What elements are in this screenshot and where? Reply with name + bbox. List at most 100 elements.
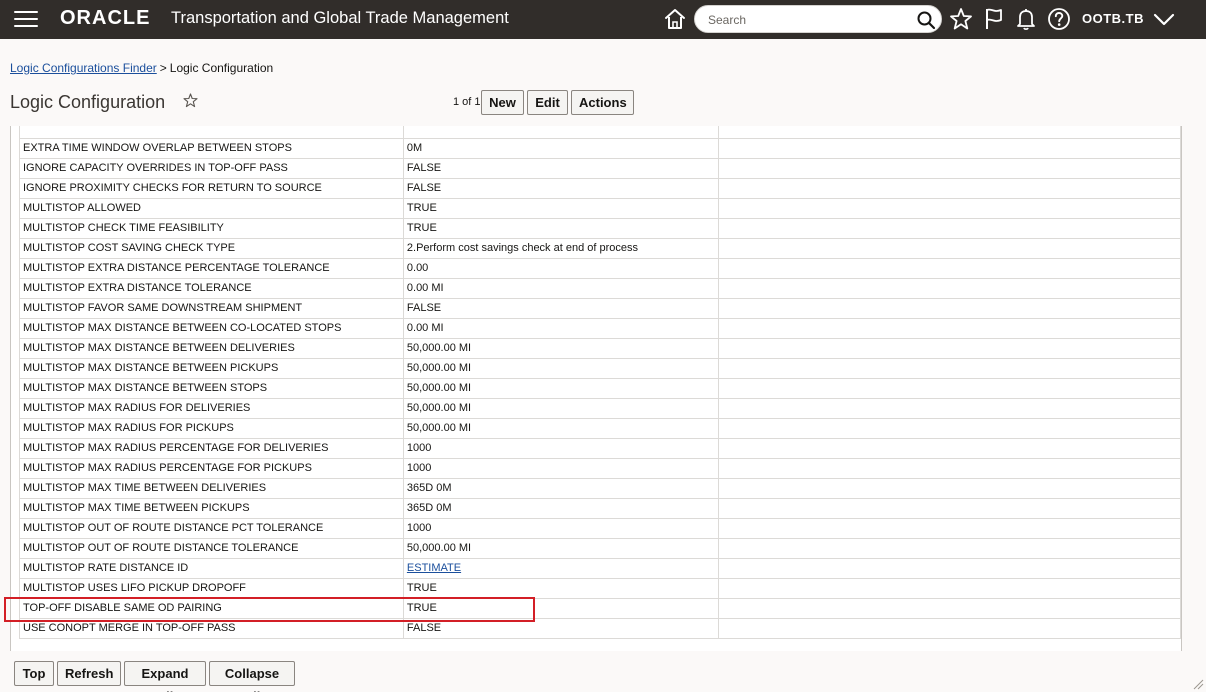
parameter-description-cell [717, 417, 1181, 439]
parameter-name-cell: IGNORE CAPACITY OVERRIDES IN TOP-OFF PAS… [19, 157, 404, 179]
parameter-description-cell [717, 397, 1181, 419]
parameter-value-cell: 0M [402, 137, 719, 159]
parameter-value-cell: 1000 [402, 437, 719, 459]
table-cell [402, 126, 719, 139]
collapse-all-button[interactable]: Collapse All [209, 661, 295, 692]
parameter-description-cell [717, 517, 1181, 539]
table-row: MULTISTOP OUT OF ROUTE DISTANCE PCT TOLE… [19, 517, 1181, 539]
table-row: MULTISTOP EXTRA DISTANCE TOLERANCE 0.00 M… [19, 277, 1181, 299]
parameter-name-cell: MULTISTOP COST SAVING CHECK TYPE [19, 237, 404, 259]
user-name[interactable]: OOTB.TB [1082, 11, 1144, 26]
table-row: MULTISTOP CHECK TIME FEASIBILITY TRUE [19, 217, 1181, 239]
parameter-name-cell: MULTISTOP EXTRA DISTANCE TOLERANCE [19, 277, 404, 299]
menu-icon[interactable] [14, 11, 38, 29]
parameter-description-cell [717, 217, 1181, 239]
top-button[interactable]: Top [14, 661, 54, 686]
table-row: MULTISTOP FAVOR SAME DOWNSTREAM SHIPMENT… [19, 297, 1181, 319]
parameter-value-cell: 2.Perform cost savings check at end of p… [402, 237, 719, 259]
parameter-description-cell [717, 617, 1181, 639]
edit-button[interactable]: Edit [527, 90, 568, 115]
parameter-value-cell: FALSE [402, 157, 719, 179]
parameter-name-cell: TOP-OFF DISABLE SAME OD PAIRING [19, 597, 404, 619]
parameter-value-cell: 50,000.00 MI [402, 377, 719, 399]
parameter-description-cell [717, 277, 1181, 299]
parameter-name-cell: MULTISTOP MAX RADIUS PERCENTAGE FOR PICK… [19, 457, 404, 479]
parameter-description-cell [717, 497, 1181, 519]
refresh-button[interactable]: Refresh [57, 661, 121, 686]
table-row: IGNORE CAPACITY OVERRIDES IN TOP-OFF PAS… [19, 157, 1181, 179]
parameter-value-cell: 0.00 MI [402, 277, 719, 299]
table-row: IGNORE PROXIMITY CHECKS FOR RETURN TO SO… [19, 177, 1181, 199]
search-icon[interactable] [916, 10, 936, 30]
table-row: MULTISTOP MAX DISTANCE BETWEEN CO-LOCATE… [19, 317, 1181, 339]
parameter-description-cell [717, 577, 1181, 599]
pager-text: 1 of 1 [453, 96, 481, 108]
parameter-name-cell: MULTISTOP MAX TIME BETWEEN PICKUPS [19, 497, 404, 519]
parameter-value-cell: 50,000.00 MI [402, 537, 719, 559]
parameter-name-cell: MULTISTOP FAVOR SAME DOWNSTREAM SHIPMENT [19, 297, 404, 319]
parameter-value-cell: TRUE [402, 577, 719, 599]
parameter-description-cell [717, 337, 1181, 359]
parameter-value-cell: 50,000.00 MI [402, 417, 719, 439]
chevron-down-icon[interactable] [1152, 9, 1176, 31]
home-icon[interactable] [662, 6, 688, 32]
parameter-value-cell: 365D 0M [402, 477, 719, 499]
table-row: MULTISTOP EXTRA DISTANCE PERCENTAGE TOLE… [19, 257, 1181, 279]
parameter-value-cell: FALSE [402, 177, 719, 199]
parameter-value-cell: 1000 [402, 457, 719, 479]
table-row [19, 126, 1181, 139]
parameter-description-cell [717, 377, 1181, 399]
table-row: MULTISTOP MAX RADIUS PERCENTAGE FOR DELI… [19, 437, 1181, 459]
flag-icon[interactable] [981, 6, 1007, 32]
star-icon[interactable] [948, 6, 974, 32]
parameter-value-cell: ESTIMATE [402, 557, 719, 579]
parameter-description-cell [717, 157, 1181, 179]
parameters-table: EXTRA TIME WINDOW OVERLAP BETWEEN STOPS 0… [19, 126, 1181, 639]
table-row: MULTISTOP COST SAVING CHECK TYPE 2.Perfor… [19, 237, 1181, 259]
parameter-name-cell: MULTISTOP RATE DISTANCE ID [19, 557, 404, 579]
table-cell [717, 126, 1181, 139]
table-row: MULTISTOP ALLOWED TRUE [19, 197, 1181, 219]
parameter-name-cell: MULTISTOP CHECK TIME FEASIBILITY [19, 217, 404, 239]
search-input[interactable] [708, 11, 908, 28]
parameter-value-cell: 50,000.00 MI [402, 337, 719, 359]
parameter-description-cell [717, 597, 1181, 619]
bell-icon[interactable] [1013, 6, 1039, 32]
parameter-value-cell: FALSE [402, 297, 719, 319]
table-row: MULTISTOP MAX RADIUS PERCENTAGE FOR PICK… [19, 457, 1181, 479]
parameter-value-cell: 365D 0M [402, 497, 719, 519]
parameter-name-cell: MULTISTOP MAX RADIUS FOR PICKUPS [19, 417, 404, 439]
parameter-value-cell: 50,000.00 MI [402, 357, 719, 379]
help-icon[interactable] [1046, 6, 1072, 32]
expand-all-button[interactable]: Expand All [124, 661, 206, 692]
parameter-name-cell: MULTISTOP MAX DISTANCE BETWEEN CO-LOCATE… [19, 317, 404, 339]
parameter-name-cell: MULTISTOP MAX DISTANCE BETWEEN DELIVERIE… [19, 337, 404, 359]
parameter-name-cell: USE CONOPT MERGE IN TOP-OFF PASS [19, 617, 404, 639]
breadcrumb: Logic Configurations Finder > Logic Config… [10, 61, 273, 75]
resize-grip-icon[interactable] [1192, 678, 1204, 690]
parameter-value-cell: 0.00 MI [402, 317, 719, 339]
parameter-name-cell: MULTISTOP ALLOWED [19, 197, 404, 219]
parameter-description-cell [717, 537, 1181, 559]
table-row: MULTISTOP MAX TIME BETWEEN DELIVERIES 365… [19, 477, 1181, 499]
parameter-description-cell [717, 177, 1181, 199]
breadcrumb-finder-link[interactable]: Logic Configurations Finder [10, 61, 157, 75]
parameter-name-cell: MULTISTOP MAX TIME BETWEEN DELIVERIES [19, 477, 404, 499]
table-row: MULTISTOP OUT OF ROUTE DISTANCE TOLERANC… [19, 537, 1181, 559]
actions-button[interactable]: Actions [571, 90, 634, 115]
table-row: TOP-OFF DISABLE SAME OD PAIRING TRUE [19, 597, 1181, 619]
search-box [694, 5, 942, 33]
parameter-value-cell: 50,000.00 MI [402, 397, 719, 419]
parameter-value-cell: TRUE [402, 597, 719, 619]
breadcrumb-current: Logic Configuration [169, 61, 274, 75]
logic-parameters-panel: EXTRA TIME WINDOW OVERLAP BETWEEN STOPS 0… [10, 126, 1182, 651]
favorite-star-icon[interactable] [183, 93, 198, 108]
parameter-name-cell: MULTISTOP MAX DISTANCE BETWEEN STOPS [19, 377, 404, 399]
parameter-description-cell [717, 237, 1181, 259]
table-cell [19, 126, 404, 139]
parameter-name-cell: MULTISTOP OUT OF ROUTE DISTANCE PCT TOLE… [19, 517, 404, 539]
table-row: MULTISTOP MAX TIME BETWEEN PICKUPS 365D 0… [19, 497, 1181, 519]
parameter-value-link[interactable]: ESTIMATE [407, 562, 461, 574]
new-button[interactable]: New [481, 90, 524, 115]
parameter-name-cell: IGNORE PROXIMITY CHECKS FOR RETURN TO SO… [19, 177, 404, 199]
